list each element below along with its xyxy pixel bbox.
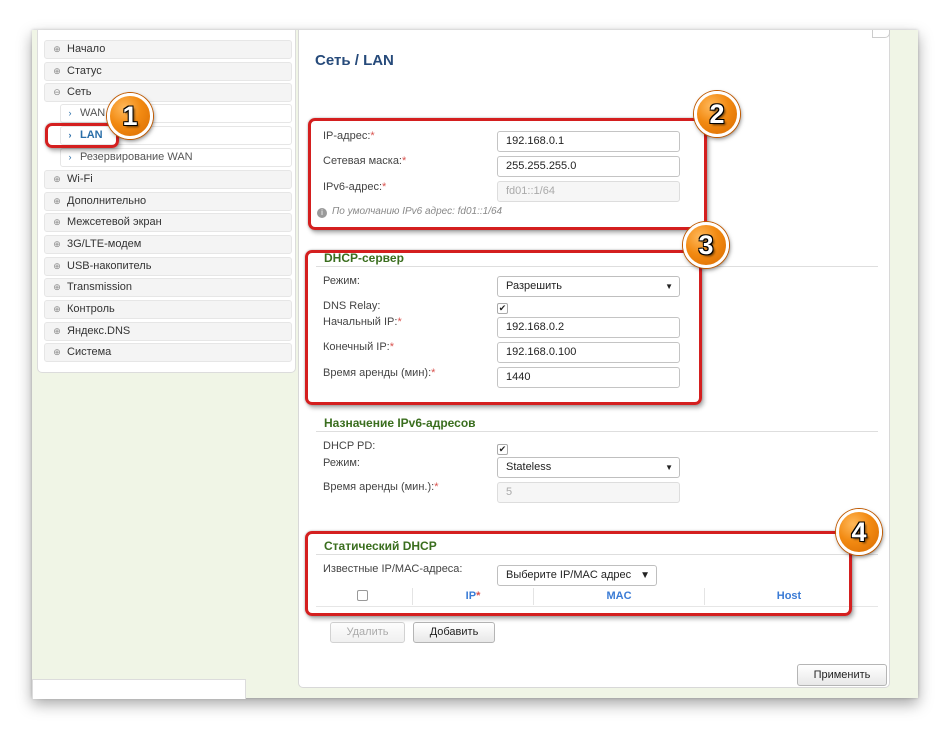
plus-circle-icon: ⊕: [53, 196, 61, 206]
sidebar-item-label: USB-накопитель: [67, 260, 152, 272]
sidebar-item-network[interactable]: ⊖ Сеть: [44, 83, 292, 102]
sidebar-item-label: 3G/LTE-модем: [67, 238, 142, 250]
sidebar-item-transmission[interactable]: ⊕ Transmission: [44, 278, 292, 297]
plus-circle-icon: ⊕: [53, 347, 61, 357]
breadcrumb-separator: /: [354, 52, 359, 69]
sidebar-item-system[interactable]: ⊕ Система: [44, 343, 292, 362]
sidebar-item-firewall[interactable]: ⊕ Межсетевой экран: [44, 213, 292, 232]
page-title: Сеть / LAN: [315, 52, 394, 69]
sidebar-subitem-label: WAN: [80, 107, 106, 119]
sidebar-item-label: Начало: [67, 43, 106, 55]
sidebar-item-label: Контроль: [67, 303, 115, 315]
sidebar-item-status[interactable]: ⊕ Статус: [44, 62, 292, 81]
sidebar-footer-panel: [32, 679, 246, 699]
sidebar-item-usb[interactable]: ⊕ USB-накопитель: [44, 257, 292, 276]
sidebar-item-label: Дополнительно: [67, 195, 147, 207]
delete-button[interactable]: Удалить: [330, 622, 405, 643]
sidebar-item-label: Wi-Fi: [67, 173, 93, 185]
chevron-right-icon: ›: [68, 108, 72, 118]
breadcrumb-page: LAN: [363, 52, 394, 69]
step-badge-4: 4: [836, 509, 882, 555]
plus-circle-icon: ⊕: [53, 282, 61, 292]
ipv6-lease-input[interactable]: 5: [497, 482, 680, 503]
ipv6-mode-value: Stateless: [506, 461, 552, 473]
apply-button[interactable]: Применить: [797, 664, 887, 686]
sidebar-subitem-label: Резервирование WAN: [80, 151, 193, 163]
sidebar-item-home[interactable]: ⊕ Начало: [44, 40, 292, 59]
ipv6-lease-label: Время аренды (мин.):*: [323, 481, 439, 493]
ipv6-mode-select[interactable]: Stateless ▼: [497, 457, 680, 478]
highlight-box-static-dhcp: [305, 531, 852, 616]
sidebar-item-label: Сеть: [67, 86, 92, 98]
sidebar-item-modem[interactable]: ⊕ 3G/LTE-модем: [44, 235, 292, 254]
sidebar-item-label: Transmission: [67, 281, 132, 293]
sidebar-item-label: Система: [67, 346, 112, 358]
plus-circle-icon: ⊕: [53, 304, 61, 314]
ipv6-mode-label: Режим:: [323, 457, 360, 469]
add-button[interactable]: Добавить: [413, 622, 495, 643]
sidebar-item-label: Яндекс.DNS: [67, 325, 131, 337]
sidebar-item-yandex-dns[interactable]: ⊕ Яндекс.DNS: [44, 322, 292, 341]
step-badge-3: 3: [683, 222, 729, 268]
plus-circle-icon: ⊕: [53, 239, 61, 249]
sidebar-item-wifi[interactable]: ⊕ Wi-Fi: [44, 170, 292, 189]
plus-circle-icon: ⊕: [53, 44, 61, 54]
chevron-right-icon: ›: [68, 152, 72, 162]
sidebar-subitem-wan-backup[interactable]: › Резервирование WAN: [60, 148, 292, 167]
minus-circle-icon: ⊖: [53, 87, 61, 97]
step-badge-2: 2: [694, 91, 740, 137]
plus-circle-icon: ⊕: [53, 326, 61, 336]
plus-circle-icon: ⊕: [53, 261, 61, 271]
dhcp-pd-checkbox[interactable]: ✔: [497, 444, 508, 455]
section-divider: [316, 431, 878, 432]
dhcp-pd-label: DHCP PD:: [323, 440, 376, 452]
plus-circle-icon: ⊕: [53, 217, 61, 227]
sidebar-item-label: Межсетевой экран: [67, 216, 162, 228]
breadcrumb-section: Сеть: [315, 52, 351, 69]
sidebar-item-advanced[interactable]: ⊕ Дополнительно: [44, 192, 292, 211]
sidebar-item-control[interactable]: ⊕ Контроль: [44, 300, 292, 319]
highlight-box-lan: [45, 123, 119, 148]
highlight-box-ip-settings: [308, 118, 707, 230]
plus-circle-icon: ⊕: [53, 66, 61, 76]
ipv6-assignment-title: Назначение IPv6-адресов: [324, 416, 476, 430]
top-panel-edge: [872, 30, 890, 38]
dropdown-arrow-icon: ▼: [665, 463, 673, 472]
highlight-box-dhcp-server: [305, 250, 702, 405]
sidebar-subitem-wan[interactable]: › WAN: [60, 104, 292, 123]
sidebar-item-label: Статус: [67, 65, 102, 77]
step-badge-1: 1: [107, 93, 153, 139]
plus-circle-icon: ⊕: [53, 174, 61, 184]
